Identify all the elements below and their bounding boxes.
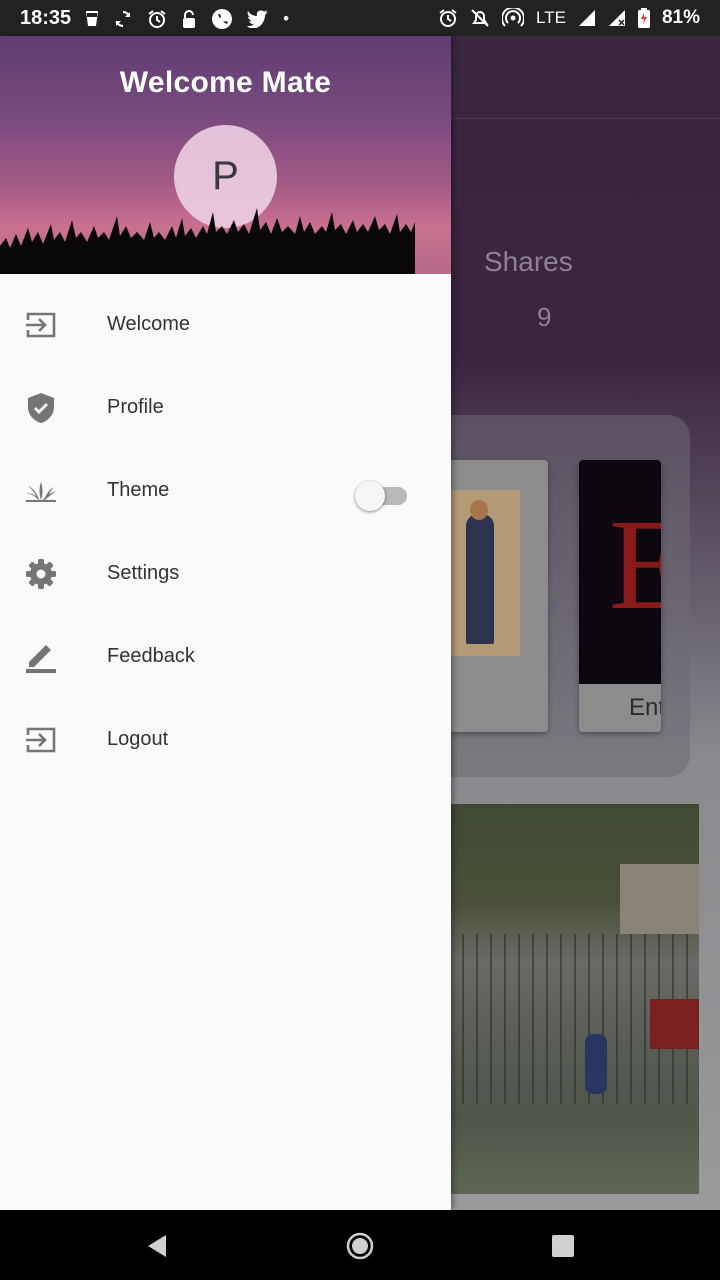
news-photo	[420, 804, 699, 1194]
home-icon[interactable]	[346, 1232, 374, 1260]
whatsapp-icon	[212, 8, 233, 29]
back-icon[interactable]	[144, 1232, 172, 1260]
status-bar: 18:35 • LTE 81%	[0, 0, 720, 36]
login-arrow-icon	[26, 312, 56, 338]
menu-item-feedback[interactable]: Feedback	[0, 616, 451, 699]
twitter-icon	[247, 9, 269, 28]
navigation-drawer: Welcome Mate P Welcome Profile Theme Set…	[0, 36, 451, 1210]
status-time: 18:35	[20, 7, 72, 29]
cup-icon	[86, 11, 99, 26]
gear-icon	[26, 559, 56, 589]
shares-value: 9	[537, 302, 552, 332]
card-caption: Ente	[629, 694, 661, 721]
lte-label: LTE	[536, 8, 566, 27]
menu-item-logout[interactable]: Logout	[0, 699, 451, 782]
shield-check-icon	[28, 393, 54, 423]
logout-arrow-icon	[26, 727, 56, 753]
menu-label-settings: Settings	[107, 562, 180, 584]
drawer-header: Welcome Mate P	[0, 36, 451, 274]
photo-person	[585, 1034, 607, 1094]
recents-icon[interactable]	[549, 1232, 577, 1260]
grass-silhouette	[0, 208, 415, 274]
menu-label-feedback: Feedback	[107, 645, 195, 667]
system-nav-bar	[0, 1210, 720, 1280]
card-figure-head	[470, 500, 488, 520]
battery-percent: 81%	[661, 7, 700, 28]
menu-label-theme: Theme	[107, 479, 170, 501]
menu-item-profile[interactable]: Profile	[0, 367, 451, 450]
photo-sign	[650, 999, 699, 1049]
menu-label-welcome: Welcome	[107, 313, 190, 335]
theme-toggle[interactable]	[355, 479, 409, 511]
lock-icon	[183, 9, 196, 28]
lte-signal-icon	[578, 10, 595, 26]
drawer-menu: Welcome Profile Theme Settings Feedback …	[0, 284, 451, 782]
menu-item-settings[interactable]: Settings	[0, 533, 451, 616]
photo-building	[620, 864, 699, 934]
alarm-icon	[439, 9, 457, 27]
dot-icon: •	[283, 8, 290, 28]
shares-label: Shares	[484, 246, 573, 277]
card-figure	[466, 514, 494, 644]
toggle-thumb	[355, 481, 385, 511]
menu-label-profile: Profile	[107, 396, 164, 418]
menu-item-theme[interactable]: Theme	[0, 450, 451, 533]
hotspot-icon	[502, 8, 525, 27]
alarm-icon	[148, 9, 166, 28]
category-card-entertainment: E Ente	[579, 460, 661, 732]
mute-icon	[471, 9, 489, 27]
menu-item-welcome[interactable]: Welcome	[0, 284, 451, 367]
battery-icon	[637, 8, 650, 28]
drawer-title: Welcome Mate	[119, 66, 332, 99]
grass-icon	[26, 482, 56, 502]
card-logo-letter: E	[609, 493, 661, 637]
menu-label-logout: Logout	[107, 728, 169, 750]
pencil-icon	[26, 645, 56, 673]
signal-icon	[608, 10, 625, 26]
sync-icon	[115, 10, 131, 27]
